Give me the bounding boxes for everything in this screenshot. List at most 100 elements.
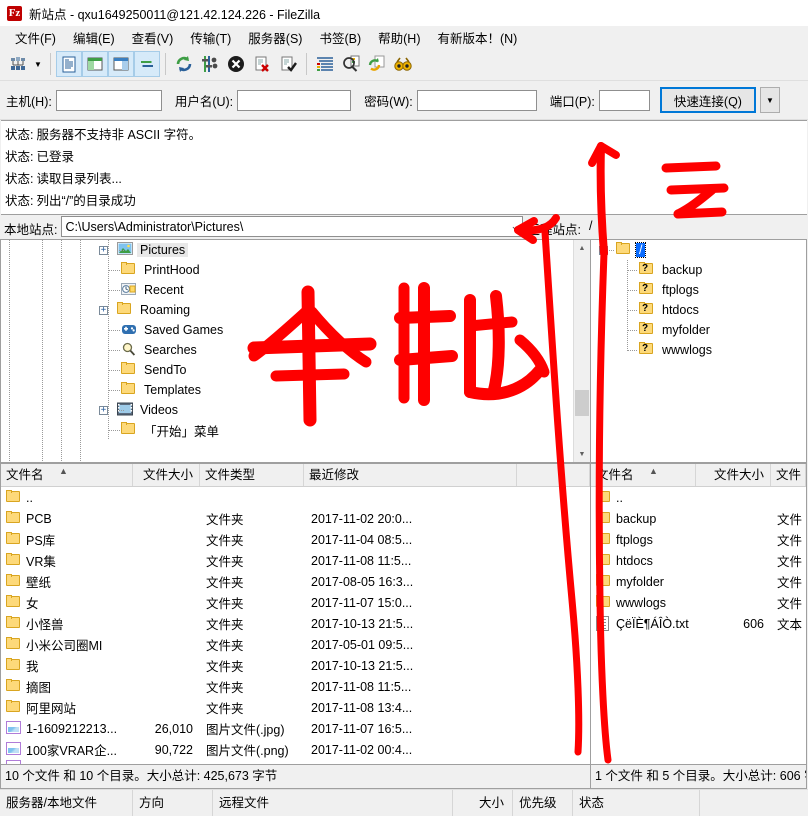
tree-item-templates[interactable]: Templates: [1, 380, 590, 400]
menu-bookmarks[interactable]: 书签(B): [311, 26, 370, 49]
remote-file-list[interactable]: 文件名 ▲ 文件大小 文件 .. backup 文件 ftplogs 文件: [591, 463, 807, 765]
filter-icon[interactable]: [312, 51, 338, 77]
table-row[interactable]: ÇëÏÈ¶ÁÎÒ.txt 606 文本: [591, 613, 806, 634]
tree-item-printhood[interactable]: PrintHood: [1, 260, 590, 280]
tree-item-searches[interactable]: Searches: [1, 340, 590, 360]
tree-item-htdocs[interactable]: ? htdocs: [591, 300, 806, 320]
quickconnect-dropdown-icon[interactable]: ▼: [760, 87, 780, 113]
table-row[interactable]: ftplogs 文件: [591, 529, 806, 550]
password-input[interactable]: [417, 90, 537, 111]
host-input[interactable]: [56, 90, 162, 111]
menu-help[interactable]: 帮助(H): [370, 26, 429, 49]
chevron-down-icon[interactable]: ⌄: [506, 221, 522, 232]
tree-item-saved-games[interactable]: Saved Games: [1, 320, 590, 340]
tree-item-pictures[interactable]: + Pictures: [1, 240, 590, 260]
col-status[interactable]: 状态: [573, 790, 700, 816]
remote-path-value[interactable]: /: [585, 215, 592, 239]
toggle-message-log-icon[interactable]: [56, 51, 82, 77]
table-row[interactable]: VR集 文件夹 2017-11-08 11:5...: [1, 550, 590, 571]
toggle-local-tree-icon[interactable]: [82, 51, 108, 77]
table-row[interactable]: 小米公司圈MI 文件夹 2017-05-01 09:5...: [1, 634, 590, 655]
port-input[interactable]: [599, 90, 650, 111]
unknown-folder-icon: ?: [639, 342, 655, 358]
col-remote-file[interactable]: 远程文件: [213, 790, 453, 816]
table-row[interactable]: 摘图 文件夹 2017-11-08 11:5...: [1, 676, 590, 697]
col-filesize[interactable]: 文件大小: [696, 464, 771, 486]
table-row[interactable]: htdocs 文件: [591, 550, 806, 571]
tree-item-start-menu[interactable]: 「开始」菜单: [1, 420, 590, 440]
tree-item-wwwlogs[interactable]: ? wwwlogs: [591, 340, 806, 360]
file-type: 文件: [771, 572, 806, 591]
reconnect-icon[interactable]: [275, 51, 301, 77]
compare-icon[interactable]: [338, 51, 364, 77]
quickconnect-button[interactable]: 快速连接(Q): [660, 87, 756, 113]
toggle-transfer-queue-icon[interactable]: [134, 51, 160, 77]
col-server-local-file[interactable]: 服务器/本地文件: [0, 790, 133, 816]
col-filetype[interactable]: 文件类型: [200, 464, 304, 486]
col-direction[interactable]: 方向: [133, 790, 213, 816]
tree-item-sendto[interactable]: SendTo: [1, 360, 590, 380]
menu-view[interactable]: 查看(V): [124, 26, 183, 49]
tree-item-recent[interactable]: Recent: [1, 280, 590, 300]
table-row[interactable]: ..: [1, 487, 590, 508]
table-row[interactable]: 1-1609212213... 26,010 图片文件(.jpg) 2017-1…: [1, 718, 590, 739]
col-filename[interactable]: 文件名 ▲: [591, 464, 696, 486]
disconnect-icon[interactable]: [249, 51, 275, 77]
col-size[interactable]: 大小: [453, 790, 513, 816]
expand-plus-icon[interactable]: +: [99, 246, 108, 255]
table-row[interactable]: PS库 文件夹 2017-11-04 08:5...: [1, 529, 590, 550]
table-row[interactable]: 我 文件夹 2017-10-13 21:5...: [1, 655, 590, 676]
cancel-icon[interactable]: [223, 51, 249, 77]
tree-item-roaming[interactable]: + Roaming: [1, 300, 590, 320]
tree-item-videos[interactable]: + Videos: [1, 400, 590, 420]
menu-file[interactable]: 文件(F): [7, 26, 65, 49]
col-filetype[interactable]: 文件: [771, 464, 806, 486]
col-lastmodified[interactable]: 最近修改: [304, 464, 517, 486]
site-manager-icon[interactable]: [5, 51, 31, 77]
tree-item-backup[interactable]: ? backup: [591, 260, 806, 280]
table-row[interactable]: ..: [591, 487, 806, 508]
expand-plus-icon[interactable]: +: [99, 406, 108, 415]
tree-item-root[interactable]: − /: [591, 240, 806, 260]
col-filesize[interactable]: 文件大小: [133, 464, 200, 486]
remote-directory-tree[interactable]: − / ? backup ? ftplogs: [591, 239, 807, 463]
table-row[interactable]: 壁纸 文件夹 2017-08-05 16:3...: [1, 571, 590, 592]
local-directory-tree[interactable]: + Pictures PrintHood: [0, 239, 591, 463]
menu-new-version[interactable]: 有新版本！(N): [429, 26, 526, 49]
process-queue-icon[interactable]: [197, 51, 223, 77]
table-row[interactable]: wwwlogs 文件: [591, 592, 806, 613]
col-priority[interactable]: 优先级: [513, 790, 573, 816]
table-row[interactable]: myfolder 文件: [591, 571, 806, 592]
table-row[interactable]: backup 文件: [591, 508, 806, 529]
table-row[interactable]: 小怪兽 文件夹 2017-10-13 21:5...: [1, 613, 590, 634]
log-entry: 状态: 已登录: [1, 146, 807, 168]
scrollbar-thumb[interactable]: [575, 390, 589, 416]
toggle-remote-tree-icon[interactable]: [108, 51, 134, 77]
folder-icon: [6, 616, 22, 632]
tree-item-ftplogs[interactable]: ? ftplogs: [591, 280, 806, 300]
table-row-partial[interactable]: [1, 760, 590, 765]
local-path-combo[interactable]: C:\Users\Administrator\Pictures\ ⌄: [61, 216, 523, 237]
menu-transfer[interactable]: 传输(T): [182, 26, 240, 49]
scroll-up-arrow-icon[interactable]: ▲: [574, 240, 590, 256]
local-tree-scrollbar[interactable]: ▲ ▼: [573, 240, 590, 462]
message-log[interactable]: 状态: 服务器不支持非 ASCII 字符。 状态: 已登录 状态: 读取目录列表…: [1, 120, 807, 215]
tree-item-myfolder[interactable]: ? myfolder: [591, 320, 806, 340]
expand-plus-icon[interactable]: +: [99, 306, 108, 315]
menu-server[interactable]: 服务器(S): [240, 26, 311, 49]
scroll-down-arrow-icon[interactable]: ▼: [574, 446, 590, 462]
table-row[interactable]: 阿里网站 文件夹 2017-11-08 13:4...: [1, 697, 590, 718]
local-file-list[interactable]: 文件名 ▲ 文件大小 文件类型 最近修改 .. PCB 文件夹 2017-11-…: [0, 463, 591, 765]
chevron-down-icon[interactable]: ▼: [31, 51, 45, 77]
col-filename[interactable]: 文件名 ▲: [1, 464, 133, 486]
sync-browsing-icon[interactable]: [364, 51, 390, 77]
tree-item-label: htdocs: [659, 303, 702, 317]
collapse-minus-icon[interactable]: −: [599, 246, 608, 255]
table-row[interactable]: 100家VRAR企... 90,722 图片文件(.png) 2017-11-0…: [1, 739, 590, 760]
search-remote-icon[interactable]: [390, 51, 416, 77]
table-row[interactable]: PCB 文件夹 2017-11-02 20:0...: [1, 508, 590, 529]
refresh-icon[interactable]: [171, 51, 197, 77]
table-row[interactable]: 女 文件夹 2017-11-07 15:0...: [1, 592, 590, 613]
menu-edit[interactable]: 编辑(E): [65, 26, 124, 49]
username-input[interactable]: [237, 90, 351, 111]
